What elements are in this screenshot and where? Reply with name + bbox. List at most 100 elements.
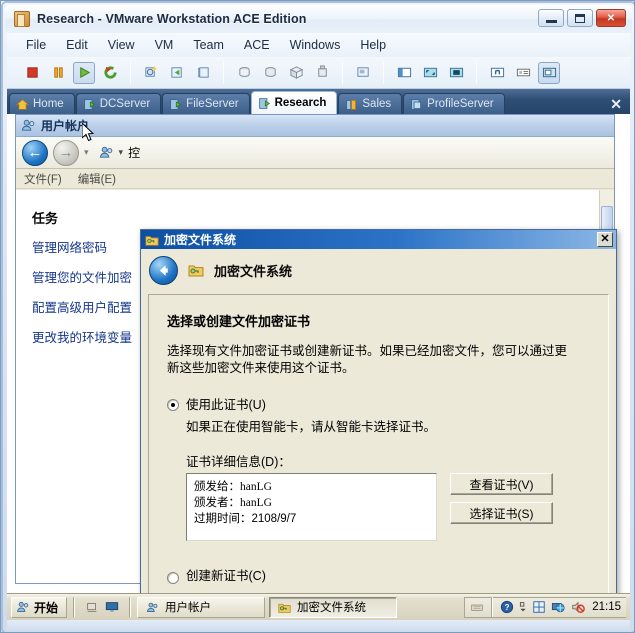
close-button[interactable]: ✕ bbox=[596, 9, 626, 27]
monitor-icon[interactable] bbox=[105, 600, 119, 614]
radio-sublabel-use-cert: 如果正在使用智能卡，请从智能卡选择证书。 bbox=[186, 420, 437, 434]
toolbar bbox=[7, 57, 630, 89]
tab-dcserver[interactable]: DCServer bbox=[75, 93, 162, 114]
view-certificate-button[interactable]: 查看证书(V) bbox=[450, 473, 553, 495]
task-configure-advanced-profile[interactable]: 配置高级用户配置 bbox=[32, 297, 136, 316]
power-on-button[interactable] bbox=[73, 61, 95, 84]
toolbar-group-view bbox=[387, 62, 473, 84]
task-manage-network-passwords[interactable]: 管理网络密码 bbox=[32, 237, 136, 256]
tab-label: FileServer bbox=[186, 98, 239, 110]
window-titlebar: Research - VMware Workstation ACE Editio… bbox=[5, 5, 632, 33]
toolbar-separator bbox=[223, 61, 224, 84]
cert-issuer-value: hanLG bbox=[240, 497, 272, 509]
efs-dialog-titlebar: 加密文件系统 ✕ bbox=[141, 230, 616, 249]
back-button[interactable]: ← bbox=[22, 139, 48, 166]
address-dropdown-icon[interactable]: ▾ bbox=[119, 147, 124, 158]
tasks-heading: 任务 bbox=[32, 211, 59, 226]
tab-sales[interactable]: Sales bbox=[338, 93, 403, 114]
menu-team[interactable]: Team bbox=[184, 36, 233, 54]
suspend-button[interactable] bbox=[47, 62, 69, 84]
toolbar-separator bbox=[130, 61, 131, 84]
back-arrow-icon bbox=[159, 264, 168, 276]
radio-create-new-certificate[interactable]: 创建新证书(C) bbox=[167, 568, 590, 585]
minimize-button[interactable] bbox=[538, 9, 564, 27]
efs-dialog-close-button[interactable]: ✕ bbox=[597, 232, 613, 247]
forward-button[interactable]: → bbox=[53, 139, 79, 166]
volume-muted-icon[interactable] bbox=[571, 600, 586, 614]
vm-tabstrip: Home DCServer FileServer Research Sales … bbox=[7, 89, 630, 114]
toolbar-group-snapshot bbox=[134, 62, 220, 84]
user-accounts-small-icon bbox=[99, 146, 112, 158]
toolbar-group-power bbox=[15, 61, 127, 84]
task-change-environment-variables[interactable]: 更改我的环境变量 bbox=[32, 327, 136, 346]
taskbar-item-user-accounts[interactable]: 用户帐户 bbox=[137, 596, 266, 618]
radio-button-new-cert[interactable] bbox=[167, 571, 179, 584]
toolbar-separator bbox=[383, 61, 384, 84]
snapshot-manager-button[interactable] bbox=[192, 62, 214, 84]
tab-research[interactable]: Research bbox=[250, 91, 338, 114]
efs-dialog: 加密文件系统 ✕ 加密文件系统 选择或创建文件加密证书 选择现有文件加密证书或创… bbox=[140, 229, 617, 593]
clock[interactable]: 21:15 bbox=[592, 601, 621, 613]
nav-dropdown-icon[interactable]: ▾ bbox=[84, 147, 89, 158]
wizard-back-button[interactable] bbox=[149, 255, 178, 285]
settings-button[interactable] bbox=[486, 62, 508, 84]
menu-windows[interactable]: Windows bbox=[281, 36, 350, 54]
fullscreen-button[interactable] bbox=[445, 62, 467, 84]
maximize-button[interactable] bbox=[567, 9, 593, 27]
tasks-sidebar: 任务 管理网络密码 管理您的文件加密 配置高级用户配置 更改我的环境变量 bbox=[16, 190, 144, 583]
taskbar-item-label: 加密文件系统 bbox=[297, 602, 367, 614]
cert-expiry-label: 过期时间： bbox=[194, 513, 252, 525]
network-icon[interactable] bbox=[532, 600, 546, 614]
revert-snapshot-button[interactable] bbox=[166, 62, 188, 84]
globe-icon[interactable] bbox=[551, 600, 566, 614]
menu-edit[interactable]: Edit bbox=[57, 36, 97, 54]
tray-expand-icon[interactable] bbox=[519, 600, 527, 614]
taskbar-item-efs[interactable]: 加密文件系统 bbox=[269, 596, 398, 618]
power-off-button[interactable] bbox=[21, 62, 43, 84]
close-tab-button[interactable]: ✕ bbox=[610, 97, 622, 111]
radio-use-this-certificate[interactable]: 使用此证书(U) bbox=[167, 397, 590, 414]
menu-file[interactable]: File bbox=[17, 36, 55, 54]
task-manage-file-encryption[interactable]: 管理您的文件加密 bbox=[32, 267, 136, 286]
help-icon[interactable]: ? bbox=[500, 600, 514, 614]
keyboard-icon[interactable] bbox=[470, 601, 484, 614]
user-accounts-icon bbox=[147, 602, 158, 612]
clone-alt-button[interactable] bbox=[259, 62, 281, 84]
menu-wenjian[interactable]: 文件(F) bbox=[24, 171, 62, 187]
summary-button[interactable] bbox=[512, 62, 534, 84]
window-controls: ✕ bbox=[538, 9, 626, 27]
efs-folder-key-icon bbox=[278, 603, 291, 613]
toolbar-separator bbox=[342, 61, 343, 84]
tab-home[interactable]: Home bbox=[9, 93, 75, 114]
fit-guest-button[interactable] bbox=[419, 62, 441, 84]
home-icon bbox=[16, 98, 29, 110]
clone-button[interactable] bbox=[233, 62, 255, 84]
window-title: Research - VMware Workstation ACE Editio… bbox=[37, 12, 307, 26]
tab-profileserver[interactable]: ProfileServer bbox=[403, 93, 505, 114]
deploy-button[interactable] bbox=[311, 62, 333, 84]
console-view-button[interactable] bbox=[538, 61, 560, 84]
menu-bianji[interactable]: 编辑(E) bbox=[78, 171, 116, 187]
tab-fileserver[interactable]: FileServer bbox=[162, 93, 250, 114]
cert-issued-to-row: 颁发给：hanLG bbox=[194, 479, 429, 495]
menu-view[interactable]: View bbox=[99, 36, 144, 54]
reset-button[interactable] bbox=[99, 62, 121, 84]
tab-label: DCServer bbox=[99, 98, 151, 110]
radio-label-use-cert: 使用此证书(U) bbox=[186, 398, 266, 412]
show-desktop-icon[interactable] bbox=[85, 600, 99, 614]
select-certificate-button[interactable]: 选择证书(S) bbox=[450, 502, 553, 524]
menu-vm[interactable]: VM bbox=[146, 36, 183, 54]
show-sidebar-button[interactable] bbox=[393, 62, 415, 84]
menu-help[interactable]: Help bbox=[351, 36, 395, 54]
radio-button-use-cert[interactable] bbox=[167, 399, 179, 411]
package-button[interactable] bbox=[285, 62, 307, 84]
start-button[interactable]: 开始 bbox=[11, 596, 68, 618]
tab-label: Home bbox=[33, 98, 64, 110]
vm-icon bbox=[170, 98, 182, 110]
snapshot-button[interactable] bbox=[140, 62, 162, 84]
efs-folder-key-icon bbox=[188, 265, 204, 277]
menu-ace[interactable]: ACE bbox=[235, 36, 279, 54]
cert-issued-to-label: 颁发给： bbox=[194, 481, 240, 493]
capture-screen-button[interactable] bbox=[352, 62, 374, 84]
efs-dialog-body: 选择或创建文件加密证书 选择现有文件加密证书或创建新证书。如果已经加密文件，您可… bbox=[148, 294, 609, 593]
